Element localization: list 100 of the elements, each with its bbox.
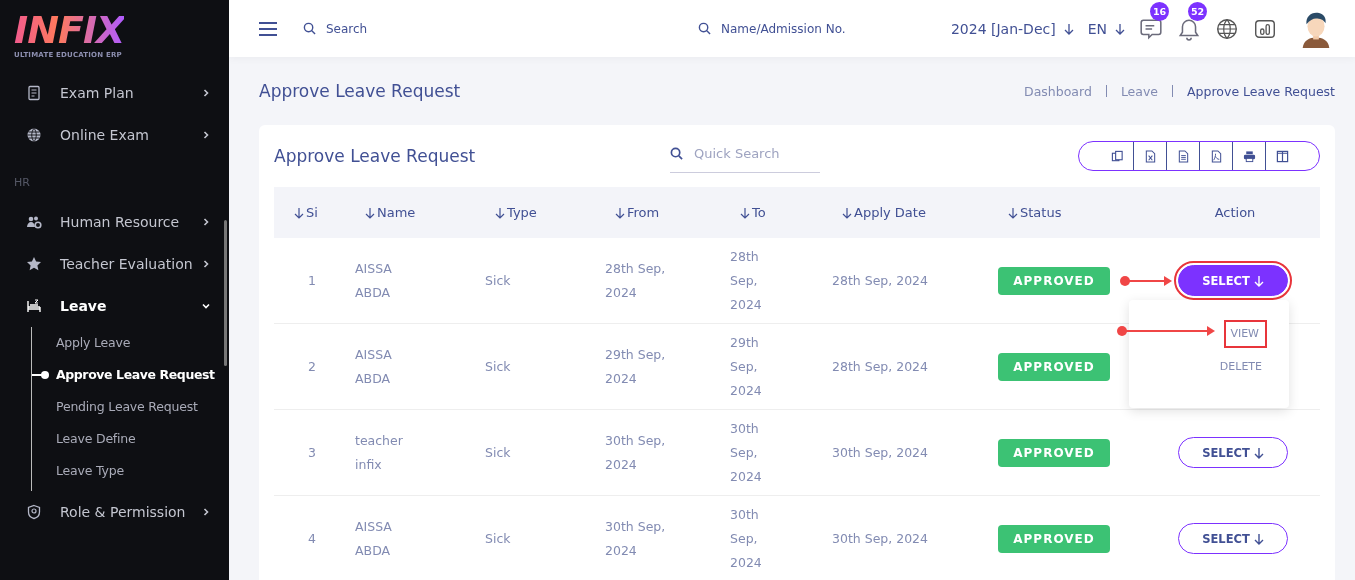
arrow-down-icon: [1253, 532, 1264, 545]
search-icon: [670, 147, 683, 160]
page-title: Approve Leave Request: [259, 81, 461, 101]
table-cell-text: 30th Sep, 2024: [605, 431, 667, 474]
document-icon: [26, 85, 42, 101]
breadcrumb-link[interactable]: Approve Leave Request: [1187, 83, 1335, 99]
sort-arrow-icon: [740, 206, 750, 219]
table-cell-text: AISSA ABDA: [355, 345, 393, 388]
sort-arrow-icon: [365, 206, 375, 219]
column-header[interactable]: Action: [1130, 187, 1320, 238]
table-cell-text: 30th Sep, 2024: [605, 517, 667, 560]
column-header[interactable]: Type: [475, 187, 595, 238]
section-heading: HR: [13, 175, 31, 191]
text-file-icon: [1176, 149, 1190, 163]
table-cell-text: 30th Sep, 2024: [730, 419, 763, 486]
table-cell-text: AISSA ABDA: [355, 259, 393, 302]
column-header[interactable]: Status: [988, 187, 1130, 238]
table-cell-text: 2: [308, 357, 316, 376]
arrow-down-icon: [1063, 22, 1074, 35]
table-cell-text: 28th Sep, 2024: [605, 259, 667, 302]
language-dropdown[interactable]: EN: [1087, 20, 1125, 37]
table-cell-text: Sick: [485, 529, 511, 548]
select-dropdown-button[interactable]: SELECT: [1178, 437, 1288, 468]
menu-icon[interactable]: [259, 21, 277, 36]
column-title: To: [752, 205, 766, 220]
card-title: Approve Leave Request: [274, 146, 477, 166]
search-icon: [698, 22, 711, 35]
star-icon: [26, 256, 42, 272]
table-cell-text: 30th Sep, 2024: [730, 505, 763, 572]
arrow-down-icon: [1253, 446, 1264, 459]
message-count-badge: 16: [1150, 1, 1169, 21]
table-cell-text: 28th Sep, 2024: [832, 357, 929, 376]
status-badge: APPROVED: [998, 352, 1110, 381]
sort-arrow-icon: [495, 206, 505, 219]
table-cell-text: 30th Sep, 2024: [832, 529, 929, 548]
table-cell-text: Sick: [485, 271, 511, 290]
column-header[interactable]: Name: [345, 187, 475, 238]
sort-arrow-icon: [294, 206, 304, 219]
table-cell-text: 29th Sep, 2024: [730, 333, 763, 400]
select-dropdown-button[interactable]: SELECT: [1178, 523, 1288, 554]
column-title: Apply Date: [854, 205, 926, 220]
scrollbar[interactable]: [224, 220, 227, 366]
printer-icon: [1242, 149, 1256, 163]
column-header[interactable]: Apply Date: [822, 187, 988, 238]
column-title: Status: [1020, 205, 1062, 220]
column-title: From: [627, 205, 660, 220]
sidebar-item[interactable]: Leave: [0, 285, 229, 327]
people-icon: [26, 214, 42, 230]
quick-search-field[interactable]: Quick Search: [692, 145, 816, 162]
column-header[interactable]: Si: [274, 187, 345, 238]
chevron-right-icon: [201, 130, 211, 140]
copy-icon: [1110, 149, 1124, 163]
status-badge: APPROVED: [998, 266, 1110, 295]
table-cell-text: teacher infix: [355, 431, 404, 474]
student-search-field[interactable]: Name/Admission No.: [719, 20, 873, 37]
status-badge: APPROVED: [998, 438, 1110, 467]
globe-icon[interactable]: [1215, 16, 1239, 41]
table-cell-text: 1: [308, 271, 316, 290]
table-cell-text: 4: [308, 529, 316, 548]
search-icon: [303, 22, 316, 35]
table-cell-text: 28th Sep, 2024: [730, 247, 763, 314]
sidebar-item[interactable]: Human Resource: [0, 201, 229, 243]
sidebar-item[interactable]: Teacher Evaluation: [0, 243, 229, 285]
search-field[interactable]: Search: [324, 20, 478, 37]
sidebar-item[interactable]: Role & Permission: [0, 491, 229, 533]
submenu-item[interactable]: Leave Type: [32, 455, 229, 487]
column-title: Si: [306, 205, 318, 220]
notification-count-badge: 52: [1188, 1, 1207, 21]
chevron-right-icon: [201, 217, 211, 227]
column-header[interactable]: To: [720, 187, 822, 238]
chevron-right-icon: [201, 259, 211, 269]
table-cell-text: Sick: [485, 357, 511, 376]
column-header[interactable]: From: [595, 187, 720, 238]
sort-arrow-icon: [1008, 206, 1018, 219]
globe-icon: [26, 127, 42, 143]
submenu-item[interactable]: Leave Define: [32, 423, 229, 455]
sort-arrow-icon: [615, 206, 625, 219]
arrow-down-icon: [1253, 274, 1264, 287]
submenu-item[interactable]: Pending Leave Request: [32, 391, 229, 423]
table-cell-text: 28th Sep, 2024: [832, 271, 929, 290]
column-title: Type: [507, 205, 537, 220]
session-dropdown[interactable]: 2024 [Jan-Dec]: [950, 20, 1074, 37]
spreadsheet-file-icon: [1143, 149, 1157, 163]
pdf-file-icon: [1209, 149, 1223, 163]
status-badge: APPROVED: [998, 524, 1110, 553]
sort-arrow-icon: [842, 206, 852, 219]
sidebar-item[interactable]: Exam Plan: [0, 72, 229, 114]
bed-icon: [26, 298, 42, 314]
chevron-right-icon: [201, 507, 211, 517]
chevron-right-icon: [201, 88, 211, 98]
sidebar-item[interactable]: Online Exam: [0, 114, 229, 156]
table-cell-text: 29th Sep, 2024: [605, 345, 667, 388]
column-title: Action: [1214, 205, 1256, 220]
columns-icon: [1276, 149, 1289, 163]
column-title: Name: [377, 205, 416, 220]
submenu-item[interactable]: Apply Leave: [32, 327, 229, 359]
table-cell-text: 30th Sep, 2024: [832, 443, 929, 462]
menu-item[interactable]: VIEW: [1226, 322, 1265, 346]
submenu-item[interactable]: Approve Leave Request: [32, 359, 229, 391]
chevron-down-icon: [201, 301, 211, 311]
